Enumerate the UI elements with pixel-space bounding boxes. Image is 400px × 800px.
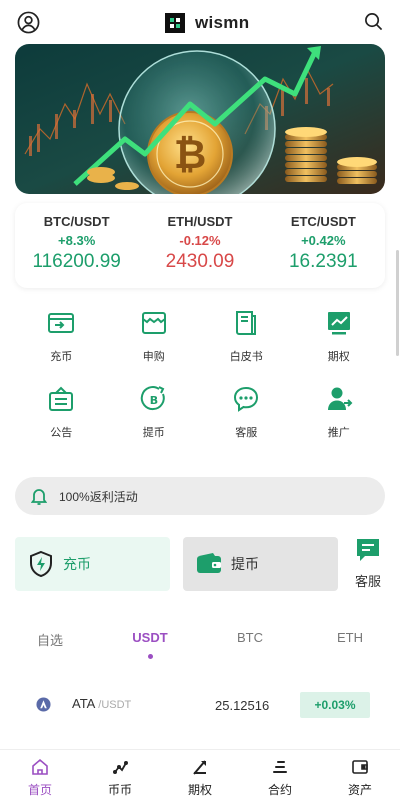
- grid-label: 期权: [327, 351, 350, 363]
- brand-name: wismn: [195, 13, 250, 32]
- nav-options[interactable]: 期权: [160, 750, 240, 800]
- announcement-icon: [49, 386, 74, 411]
- withdraw-coin-icon: B: [140, 386, 165, 411]
- message-icon: [357, 539, 379, 561]
- bell-icon: [31, 489, 47, 505]
- deposit-icon: [48, 313, 75, 333]
- nav-label: 期权: [187, 783, 212, 797]
- grid-label: 客服: [235, 427, 258, 439]
- withdraw-label: 提币: [231, 556, 259, 572]
- grid-label: 提币: [142, 427, 165, 439]
- tab-eth[interactable]: ETH: [300, 624, 400, 664]
- wallet-icon: [352, 760, 368, 774]
- market-tabs: 自选 USDT BTC ETH: [0, 624, 400, 664]
- brand: wismn: [165, 11, 249, 35]
- tab-favorites[interactable]: 自选: [0, 624, 100, 664]
- ticker-card: BTC/USDT +8.3% 116200.99 ETH/USDT -0.12%…: [15, 203, 385, 288]
- grid-label: 推广: [327, 427, 350, 439]
- ticker-pair: ETH/USDT: [167, 214, 233, 229]
- grid-item-whitepaper[interactable]: 白皮书: [200, 308, 293, 384]
- chat-icon: [234, 386, 259, 412]
- market-row[interactable]: ATA /USDT 25.12516 +0.03%: [0, 688, 400, 722]
- tab-label: BTC: [237, 630, 263, 645]
- ticker-pair: ETC/USDT: [290, 214, 356, 229]
- ata-coin-icon: [36, 697, 51, 712]
- nav-spot[interactable]: 币币: [80, 750, 160, 800]
- grid-item-withdraw-coin[interactable]: B 提币: [108, 384, 201, 460]
- nav-label: 合约: [267, 783, 292, 797]
- tab-label: ETH: [337, 630, 363, 645]
- options-chart-icon: [327, 312, 350, 335]
- wallet-icon: [197, 553, 221, 573]
- nav-label: 首页: [27, 783, 52, 797]
- ticker-change: -0.12%: [179, 233, 221, 248]
- scrollbar[interactable]: [396, 250, 399, 356]
- home-icon: [32, 758, 48, 775]
- coin-price: 25.12516: [215, 698, 270, 713]
- nav-assets[interactable]: 资产: [320, 750, 400, 800]
- grid-label: 公告: [50, 427, 73, 439]
- ticker-btc[interactable]: BTC/USDT +8.3% 116200.99: [15, 203, 138, 288]
- grid-label: 申购: [142, 351, 165, 363]
- ticker-price: 2430.09: [165, 251, 235, 272]
- nav-label: 资产: [347, 783, 372, 797]
- grid-item-subscribe[interactable]: 申购: [108, 308, 201, 384]
- recharge-button[interactable]: 充币: [15, 537, 170, 591]
- customer-service-button[interactable]: 客服: [350, 537, 386, 591]
- nav-home[interactable]: 首页: [0, 750, 80, 800]
- tab-label: 自选: [36, 633, 63, 648]
- search-icon[interactable]: [364, 12, 383, 31]
- ticker-pair: BTC/USDT: [43, 214, 110, 229]
- grid-item-promote[interactable]: 推广: [293, 384, 386, 460]
- coin-symbol-text: ATA: [72, 696, 95, 711]
- grid-label: 白皮书: [229, 351, 263, 363]
- shield-bolt-icon: [30, 550, 52, 578]
- recharge-label: 充币: [63, 556, 91, 572]
- contract-icon: [273, 761, 287, 773]
- brand-logo-icon: [165, 13, 185, 33]
- svg-text:B: B: [150, 394, 158, 407]
- svg-text:₿: ₿: [174, 132, 207, 178]
- ticker-eth[interactable]: ETH/USDT -0.12% 2430.09: [138, 203, 261, 288]
- subscribe-icon: [141, 312, 166, 334]
- grid-item-service[interactable]: 客服: [200, 384, 293, 460]
- bottom-nav: 首页 币币 期权 合约 资产: [0, 749, 400, 800]
- banner-image: ₿: [15, 44, 385, 194]
- top-header: wismn: [0, 0, 400, 44]
- coin-quote: /USDT: [98, 699, 132, 711]
- grid-item-announcement[interactable]: 公告: [15, 384, 108, 460]
- feature-grid: 充币 申购 白皮书 期权 公告 B 提币 客服 推广: [15, 308, 385, 460]
- promo-banner[interactable]: ₿: [15, 44, 385, 194]
- grid-item-options[interactable]: 期权: [293, 308, 386, 384]
- notice-bar[interactable]: 100%返利活动: [15, 477, 385, 515]
- coin-change-badge: +0.03%: [300, 692, 370, 718]
- nav-label: 币币: [107, 783, 132, 797]
- notice-text: 100%返利活动: [59, 489, 138, 504]
- ticker-price: 116200.99: [32, 251, 121, 272]
- coin-symbol: ATA /USDT: [72, 696, 131, 711]
- grid-item-deposit[interactable]: 充币: [15, 308, 108, 384]
- service-label: 客服: [354, 574, 381, 589]
- grid-label: 充币: [50, 351, 73, 363]
- user-circle-icon[interactable]: [17, 11, 40, 34]
- active-tab-dot: [147, 654, 153, 659]
- coin-trade-icon: [113, 761, 128, 774]
- tab-label: USDT: [132, 630, 168, 645]
- ticker-change: +0.42%: [301, 233, 346, 248]
- ticker-etc[interactable]: ETC/USDT +0.42% 16.2391: [262, 203, 385, 288]
- nav-contract[interactable]: 合约: [240, 750, 320, 800]
- tab-btc[interactable]: BTC: [200, 624, 300, 664]
- options-icon: [193, 760, 206, 775]
- ticker-price: 16.2391: [288, 251, 358, 272]
- ticker-change: +8.3%: [58, 233, 96, 248]
- tab-usdt[interactable]: USDT: [100, 624, 200, 664]
- promote-user-icon: [327, 387, 353, 410]
- whitepaper-icon: [236, 311, 257, 335]
- withdraw-button[interactable]: 提币: [183, 537, 338, 591]
